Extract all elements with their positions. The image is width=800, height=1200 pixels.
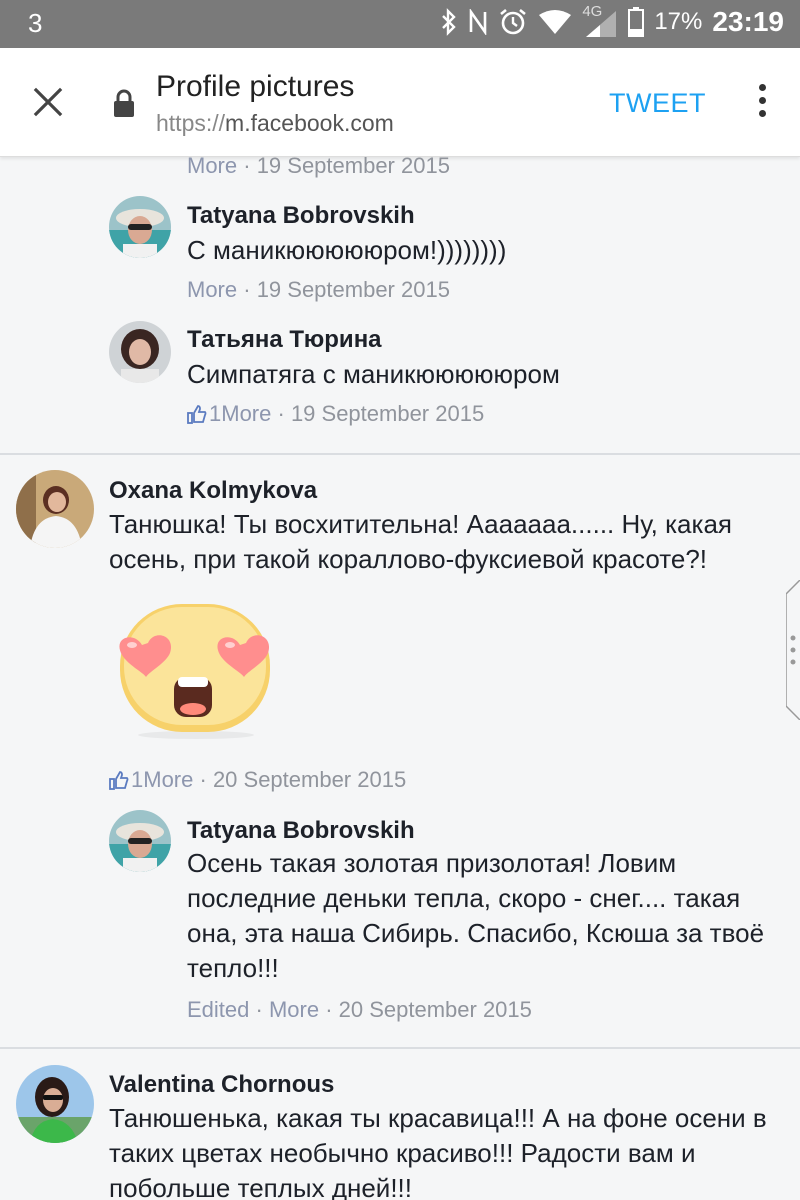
cell-signal-icon: 4G [582, 3, 618, 37]
url-host: m.facebook.com [225, 110, 394, 136]
avatar[interactable] [109, 321, 171, 383]
comment-meta: More · 19 September 2015 [187, 157, 450, 179]
close-icon[interactable] [28, 82, 68, 122]
url-scheme: https:// [156, 110, 226, 136]
comment-author[interactable]: Tatyana Bobrovskih [187, 817, 415, 845]
comment-author[interactable]: Татьяна Тюрина [187, 326, 382, 354]
edge-panel-handle[interactable] [786, 580, 800, 720]
avatar[interactable] [109, 810, 171, 872]
edited-label[interactable]: Edited [187, 997, 249, 1022]
heart-eyes-emoji [119, 604, 270, 739]
like-count[interactable]: 1 [209, 401, 221, 426]
like-icon [109, 771, 129, 790]
page-url: https://m.facebook.com [156, 110, 394, 137]
like-icon [187, 405, 207, 424]
lock-icon [114, 89, 134, 117]
like-count[interactable]: 1 [131, 767, 143, 792]
avatar[interactable] [16, 1065, 94, 1143]
comment-meta: More · 19 September 2015 [187, 277, 450, 302]
comment-author[interactable]: Tatyana Bobrovskih [187, 202, 415, 230]
comment-divider [0, 1047, 800, 1049]
overflow-menu-icon[interactable] [756, 84, 768, 120]
comment-text: Танюшка! Ты восхитительна! Ааааааа......… [109, 509, 732, 574]
comment-date[interactable]: 19 September 2015 [291, 401, 484, 426]
wifi-icon [539, 10, 572, 34]
comment-meta: Edited · More · 20 September 2015 [187, 997, 532, 1022]
comments-list: More · 19 September 2015 Tatyana Bobrovs… [0, 157, 800, 1200]
status-icons: 4G 17% 23:19 [440, 3, 784, 38]
comment-text: Симпатяга с маникюююююром [187, 359, 560, 389]
comment-meta: 1More · 19 September 2015 [187, 401, 484, 427]
comment-date[interactable]: 19 September 2015 [257, 157, 450, 178]
comment-author[interactable]: Oxana Kolmykova [109, 477, 317, 505]
status-bar: 3 4G 17% 23:19 [0, 0, 800, 48]
comment-text: Танюшенька, какая ты красавица!!! А на ф… [109, 1103, 767, 1200]
avatar[interactable] [16, 470, 94, 548]
battery-icon [628, 7, 645, 37]
comment-divider [0, 453, 800, 455]
clock: 23:19 [712, 6, 784, 37]
bluetooth-icon [442, 8, 457, 36]
comment-text: Осень такая золотая призолотая! Ловим по… [187, 848, 765, 983]
more-link[interactable]: More [187, 157, 237, 178]
comment-text: С маникюююююром!)))))))) [187, 235, 507, 265]
tweet-button[interactable]: TWEET [609, 88, 706, 119]
comment-date[interactable]: 20 September 2015 [213, 767, 406, 792]
more-link[interactable]: More [221, 401, 271, 426]
avatar[interactable] [109, 196, 171, 258]
notification-count: 3 [28, 8, 43, 38]
nfc-icon [470, 9, 487, 35]
comment-author[interactable]: Valentina Chornous [109, 1071, 334, 1099]
more-link[interactable]: More [269, 997, 319, 1022]
comment-meta: 1More · 20 September 2015 [109, 767, 406, 793]
more-link[interactable]: More [187, 277, 237, 302]
comment-date[interactable]: 20 September 2015 [339, 997, 532, 1022]
battery-percent: 17% [654, 8, 703, 35]
alarm-icon [500, 8, 527, 35]
comment-date[interactable]: 19 September 2015 [257, 277, 450, 302]
more-link[interactable]: More [143, 767, 193, 792]
browser-toolbar: Profile pictures https://m.facebook.com … [0, 48, 800, 157]
page-title: Profile pictures [156, 70, 355, 103]
